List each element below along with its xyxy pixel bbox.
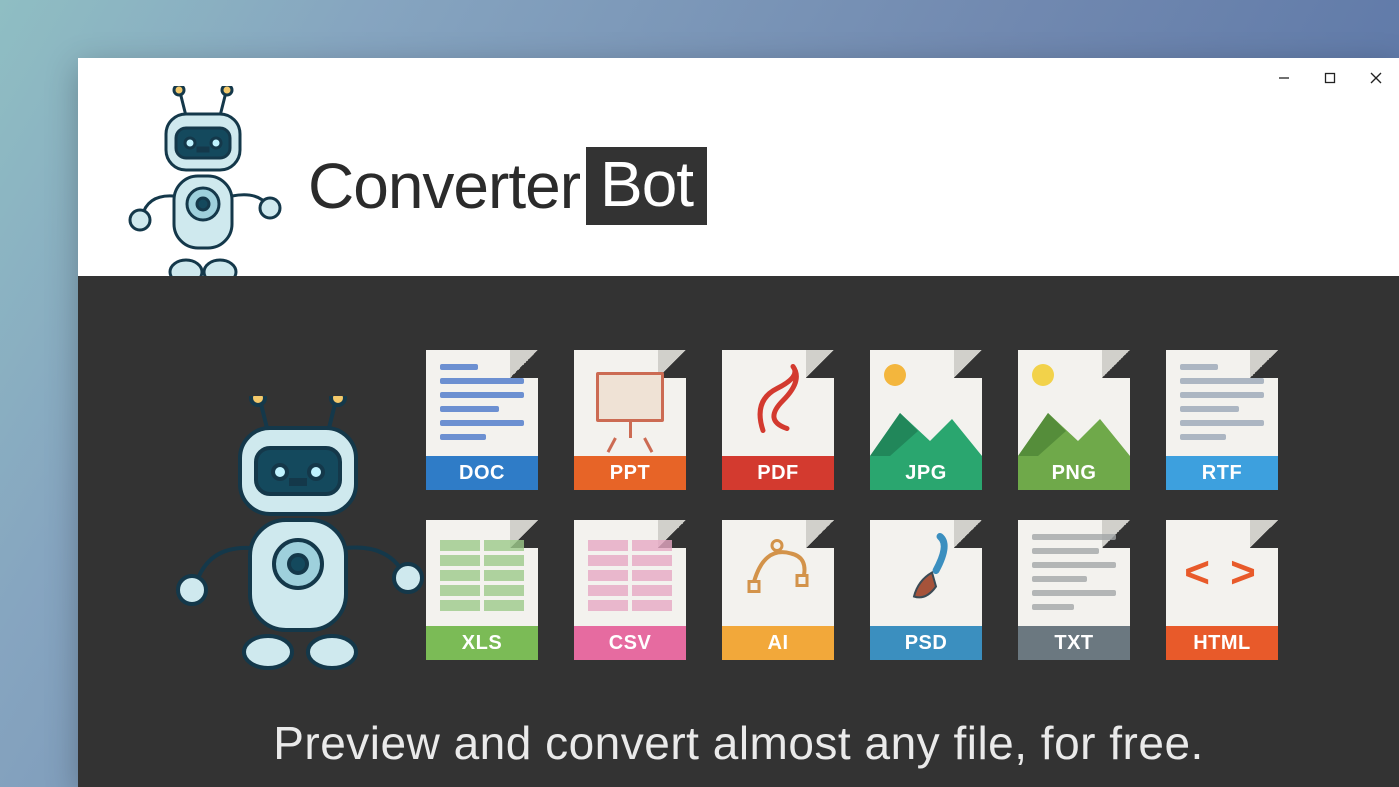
file-body [722, 350, 834, 456]
file-type-tile-html[interactable]: < > HTML [1166, 520, 1278, 660]
file-type-grid: DOC PPT PDF JPG PNG RTF [426, 350, 1278, 660]
file-type-tile-pdf[interactable]: PDF [722, 350, 834, 490]
file-body [574, 520, 686, 626]
file-type-tile-ai[interactable]: AI [722, 520, 834, 660]
file-type-tile-psd[interactable]: PSD [870, 520, 982, 660]
file-body [1166, 350, 1278, 456]
file-type-label: RTF [1166, 456, 1278, 490]
file-type-label: CSV [574, 626, 686, 660]
app-title-part1: Converter [308, 149, 580, 223]
file-type-label: DOC [426, 456, 538, 490]
header: Converter Bot [78, 96, 1399, 276]
minimize-button[interactable] [1261, 62, 1307, 94]
file-type-label: TXT [1018, 626, 1130, 660]
file-body [722, 520, 834, 626]
file-type-label: AI [722, 626, 834, 660]
file-type-tile-doc[interactable]: DOC [426, 350, 538, 490]
file-body: < > [1166, 520, 1278, 626]
file-body [870, 520, 982, 626]
file-type-label: PDF [722, 456, 834, 490]
app-title-part2: Bot [586, 147, 707, 225]
app-window: Converter Bot [78, 58, 1399, 787]
file-body [426, 520, 538, 626]
file-type-label: XLS [426, 626, 538, 660]
file-type-tile-txt[interactable]: TXT [1018, 520, 1130, 660]
file-type-label: PPT [574, 456, 686, 490]
robot-logo-icon [118, 86, 288, 296]
app-title: Converter Bot [308, 147, 707, 225]
fold-corner-icon [954, 520, 982, 548]
file-type-tile-csv[interactable]: CSV [574, 520, 686, 660]
file-type-label: JPG [870, 456, 982, 490]
tagline: Preview and convert almost any file, for… [78, 716, 1399, 770]
file-body [1018, 350, 1130, 456]
fold-corner-icon [954, 350, 982, 378]
file-type-tile-jpg[interactable]: JPG [870, 350, 982, 490]
file-body [1018, 520, 1130, 626]
file-type-tile-png[interactable]: PNG [1018, 350, 1130, 490]
file-body [426, 350, 538, 456]
main-area: DOC PPT PDF JPG PNG RTF [78, 276, 1399, 787]
maximize-button[interactable] [1307, 62, 1353, 94]
file-type-tile-xls[interactable]: XLS [426, 520, 538, 660]
file-type-tile-rtf[interactable]: RTF [1166, 350, 1278, 490]
file-type-tile-ppt[interactable]: PPT [574, 350, 686, 490]
robot-mascot-icon [168, 396, 428, 676]
fold-corner-icon [1102, 350, 1130, 378]
file-body [574, 350, 686, 456]
file-type-label: HTML [1166, 626, 1278, 660]
file-type-label: PNG [1018, 456, 1130, 490]
file-body [870, 350, 982, 456]
file-type-label: PSD [870, 626, 982, 660]
close-button[interactable] [1353, 62, 1399, 94]
